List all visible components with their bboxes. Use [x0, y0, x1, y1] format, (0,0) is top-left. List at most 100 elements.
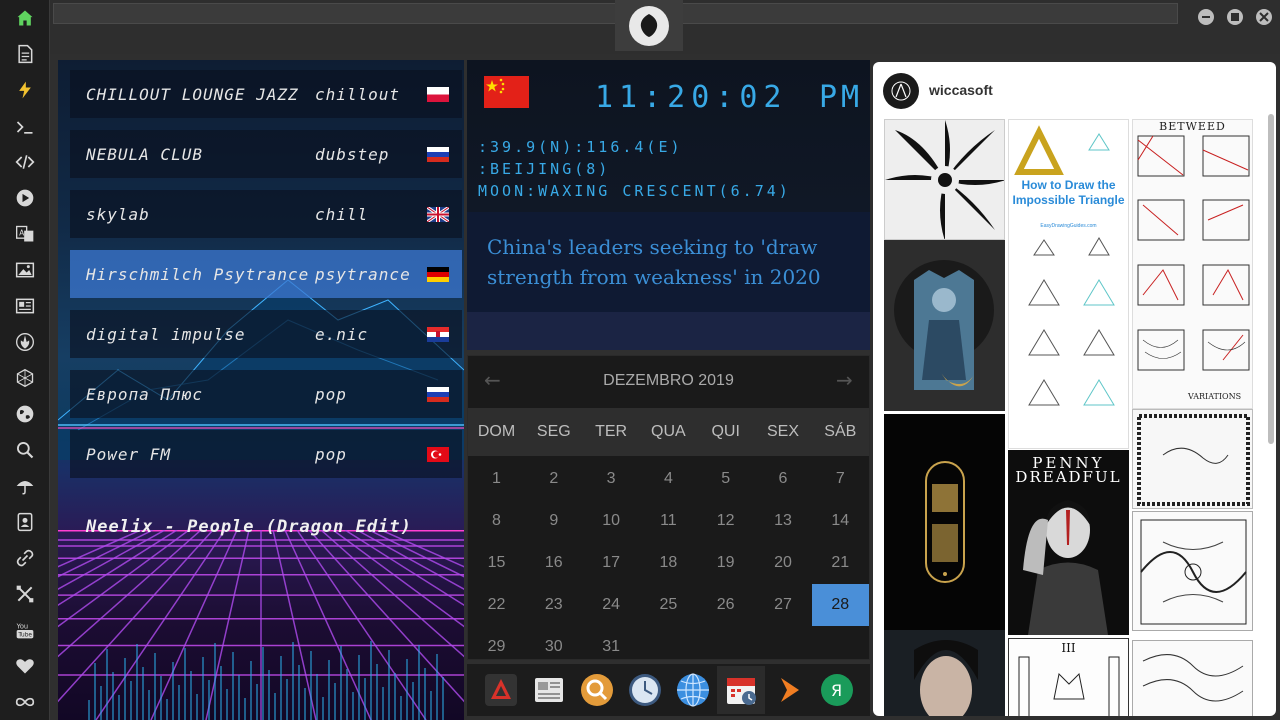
calendar-day[interactable]: 24 [583, 584, 640, 626]
sidebar-item-newspaper[interactable] [12, 293, 38, 319]
calendar-day[interactable]: 7 [812, 458, 869, 500]
sidebar-item-infinity[interactable] [12, 689, 38, 715]
calendar-day[interactable]: 22 [468, 584, 525, 626]
calendar-day[interactable]: 10 [583, 500, 640, 542]
sidebar-item-search[interactable] [12, 437, 38, 463]
sidebar-item-image[interactable] [12, 257, 38, 283]
sidebar-item-heart[interactable] [12, 653, 38, 679]
news-reader-icon [535, 678, 563, 702]
station-genre: psytrance [315, 264, 411, 284]
pin-op-art-spiral[interactable] [884, 119, 1005, 240]
calendar-day[interactable]: 5 [697, 458, 754, 500]
calendar-day[interactable]: 11 [640, 500, 697, 542]
station-row[interactable]: Power FM pop [70, 430, 462, 478]
pin-betweed-tangle-steps[interactable]: BETWEED VARIATIONS [1132, 119, 1253, 409]
logo-tab[interactable] [615, 0, 683, 51]
now-playing-title: Neelix - People (Dragon Edit) [86, 517, 412, 537]
home-icon [17, 10, 33, 26]
calendar-day[interactable]: 23 [525, 584, 582, 626]
calendar-day[interactable]: 21 [812, 542, 869, 584]
close-button[interactable] [1256, 9, 1272, 25]
pin-gold-portal-art[interactable] [884, 414, 1005, 630]
calendar-day[interactable]: 6 [755, 458, 812, 500]
dock-play-button[interactable] [771, 672, 807, 708]
clock-coordinates: :39.9(N):116.4(E) [478, 138, 683, 156]
station-name: Hirschmilch Psytrance [86, 264, 310, 284]
avatar[interactable] [883, 73, 919, 109]
calendar-day[interactable]: 26 [697, 584, 754, 626]
calendar-day[interactable]: 2 [525, 458, 582, 500]
calendar-day[interactable]: 4 [640, 458, 697, 500]
dock-calendar-button[interactable] [717, 666, 765, 714]
calendar-day[interactable]: 16 [525, 542, 582, 584]
station-row[interactable]: Hirschmilch Psytrance psytrance [70, 250, 462, 298]
sidebar-item-hexagon[interactable] [12, 365, 38, 391]
calendar-day[interactable]: 19 [697, 542, 754, 584]
calendar-day[interactable]: 30 [525, 626, 582, 668]
station-row[interactable]: skylab chill [70, 190, 462, 238]
calendar-day[interactable]: 14 [812, 500, 869, 542]
dock-app-launcher-button[interactable] [483, 672, 519, 708]
station-row[interactable]: NEBULA CLUB dubstep [70, 130, 462, 178]
maximize-button[interactable] [1227, 9, 1243, 25]
pin-impossible-triangle-guide[interactable]: How to Draw the Impossible Triangle Easy… [1008, 119, 1129, 449]
sidebar-item-umbrella[interactable] [12, 473, 38, 499]
calendar-day[interactable]: 1 [468, 458, 525, 500]
calendar-day[interactable]: 28 [811, 584, 869, 626]
image-icon [15, 262, 35, 278]
news-headline[interactable]: China's leaders seeking to 'draw strengt… [487, 232, 857, 292]
calendar-day[interactable]: 25 [640, 584, 697, 626]
sidebar-item-terminal[interactable] [12, 114, 38, 140]
next-month-button[interactable]: → [836, 368, 853, 392]
calendar-day[interactable]: 18 [640, 542, 697, 584]
calendar-day[interactable]: 15 [468, 542, 525, 584]
calendar-day[interactable]: 20 [755, 542, 812, 584]
sidebar-item-lightning[interactable] [12, 77, 38, 103]
svg-text:Я: Я [831, 681, 842, 700]
pin-betweed-frame-art[interactable] [1132, 409, 1253, 509]
minimize-button[interactable] [1198, 9, 1214, 25]
station-row[interactable]: Европа Плюс pop [70, 370, 462, 418]
pin-queen-illustration[interactable] [884, 240, 1005, 411]
china-flag-icon [484, 76, 529, 108]
dock-clock-button[interactable] [627, 672, 663, 708]
sidebar-item-translate[interactable]: A [12, 221, 38, 247]
pin-portrait-woman[interactable] [884, 630, 1005, 716]
board-username[interactable]: wiccasoft [929, 82, 993, 98]
sidebar-item-rebel[interactable] [12, 329, 38, 355]
calendar-day[interactable]: 9 [525, 500, 582, 542]
calendar-day[interactable]: 29 [468, 626, 525, 668]
pin-tarot-card[interactable]: III [1008, 638, 1129, 716]
dock-news-reader-button[interactable] [531, 672, 567, 708]
station-row[interactable]: digital impulse e.nic [70, 310, 462, 358]
calendar-day[interactable]: 8 [468, 500, 525, 542]
calendar-day[interactable]: 3 [583, 458, 640, 500]
sidebar-item-globe[interactable] [12, 401, 38, 427]
code-icon [15, 155, 35, 169]
dock-globe-button[interactable] [675, 672, 711, 708]
station-row[interactable]: CHILLOUT LOUNGE JAZZ chillout [70, 70, 462, 118]
terminal-icon [16, 121, 33, 134]
sidebar-item-document[interactable] [12, 41, 38, 67]
dock-yandex-button[interactable]: Я [819, 672, 855, 708]
pin-zentangle-square[interactable] [1132, 511, 1253, 631]
sidebar-item-link[interactable] [12, 545, 38, 571]
pin-zentangle-pattern[interactable] [1132, 640, 1253, 716]
calendar-day[interactable]: 12 [697, 500, 754, 542]
calendar-day[interactable]: 27 [755, 584, 812, 626]
sidebar-item-home[interactable] [12, 5, 38, 31]
calendar-day[interactable]: 31 [583, 626, 640, 668]
dock-search-button[interactable] [579, 672, 615, 708]
calendar-day[interactable]: 17 [583, 542, 640, 584]
sidebar-item-play[interactable] [12, 185, 38, 211]
triangle-guide-title: How to Draw the Impossible Triangle [1012, 178, 1125, 207]
calendar-day[interactable]: 13 [755, 500, 812, 542]
board-scrollbar[interactable] [1268, 114, 1274, 444]
sidebar-item-contacts[interactable] [12, 509, 38, 535]
sidebar-item-tools[interactable] [12, 581, 38, 607]
clock-ampm: PM [819, 80, 864, 115]
sidebar-item-youtube[interactable]: You Tube [12, 617, 38, 643]
pin-penny-dreadful-poster[interactable]: PENNY DREADFUL [1008, 450, 1129, 635]
sidebar-item-code[interactable] [12, 149, 38, 175]
weekday-label: SEX [766, 423, 799, 440]
